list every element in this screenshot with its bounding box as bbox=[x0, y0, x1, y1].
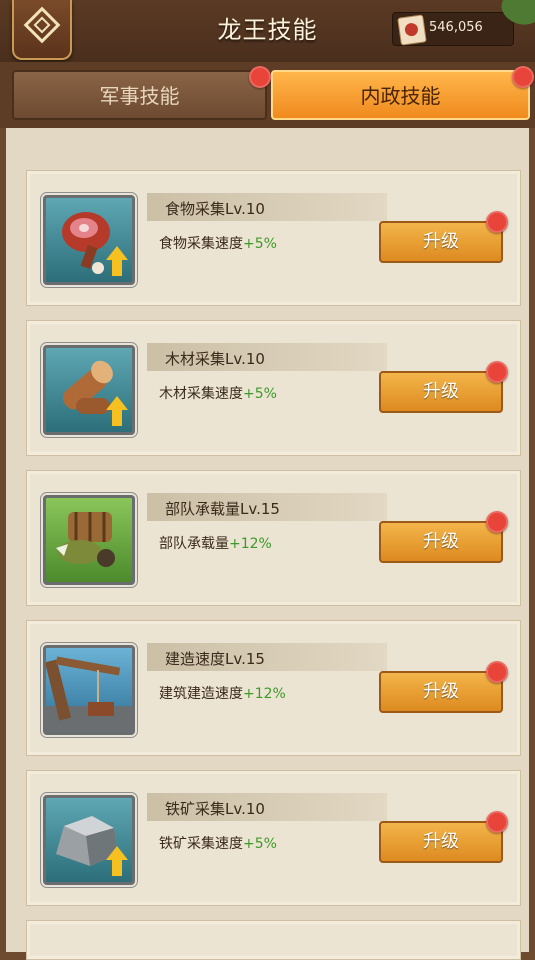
skill-bonus: +5% bbox=[243, 236, 277, 252]
skill-effect: 建筑建造速度 bbox=[159, 686, 243, 702]
war-cart-icon bbox=[43, 495, 135, 585]
skill-effect: 木材采集速度 bbox=[159, 386, 243, 402]
skill-card-partial bbox=[26, 920, 521, 960]
skill-description: 部队承载量+12% bbox=[159, 533, 272, 553]
skill-name-bar: 铁矿采集Lv.10 bbox=[147, 793, 387, 821]
skill-bonus: +12% bbox=[229, 536, 272, 552]
skill-bonus: +12% bbox=[243, 686, 286, 702]
skill-bonus: +5% bbox=[243, 386, 277, 402]
notification-badge bbox=[512, 66, 534, 88]
meat-icon bbox=[43, 195, 135, 285]
skill-name-bar: 食物采集Lv.10 bbox=[147, 193, 387, 221]
currency-amount: 546,056 bbox=[429, 20, 483, 35]
upgrade-button[interactable]: 升级 bbox=[379, 371, 503, 413]
skill-effect: 食物采集速度 bbox=[159, 236, 243, 252]
skill-effect: 部队承载量 bbox=[159, 536, 229, 552]
skill-description: 木材采集速度+5% bbox=[159, 383, 277, 403]
tab-military-skills[interactable]: 军事技能 bbox=[12, 66, 271, 120]
tab-bar: 军事技能 内政技能 bbox=[0, 62, 535, 128]
skill-name-bar: 部队承载量Lv.15 bbox=[147, 493, 387, 521]
notification-badge bbox=[486, 361, 508, 383]
skill-description: 建筑建造速度+12% bbox=[159, 683, 286, 703]
back-diamond-icon bbox=[23, 6, 61, 44]
back-button[interactable] bbox=[12, 0, 72, 60]
upgrade-arrow-icon bbox=[106, 396, 128, 426]
skill-name: 建造速度Lv.15 bbox=[165, 650, 265, 668]
skill-card: 建造速度Lv.15 建筑建造速度+12% 升级 bbox=[26, 620, 521, 756]
skill-name: 食物采集Lv.10 bbox=[165, 200, 265, 218]
header-bar: 龙王技能 546,056 bbox=[0, 0, 535, 64]
notification-badge bbox=[486, 661, 508, 683]
wood-log-icon bbox=[43, 345, 135, 435]
currency-display: 546,056 bbox=[392, 12, 514, 46]
upgrade-button[interactable]: 升级 bbox=[379, 521, 503, 563]
skill-card: 木材采集Lv.10 木材采集速度+5% 升级 bbox=[26, 320, 521, 456]
skill-bonus: +5% bbox=[243, 836, 277, 852]
skill-card: 铁矿采集Lv.10 铁矿采集速度+5% 升级 bbox=[26, 770, 521, 906]
upgrade-button[interactable]: 升级 bbox=[379, 671, 503, 713]
skill-description: 铁矿采集速度+5% bbox=[159, 833, 277, 853]
skill-card: 部队承载量Lv.15 部队承载量+12% 升级 bbox=[26, 470, 521, 606]
tab-label: 军事技能 bbox=[99, 84, 180, 108]
skill-name-bar: 木材采集Lv.10 bbox=[147, 343, 387, 371]
notification-badge bbox=[249, 66, 271, 88]
upgrade-arrow-icon bbox=[106, 246, 128, 276]
scroll-icon bbox=[397, 14, 427, 46]
notification-badge bbox=[486, 511, 508, 533]
skill-name: 铁矿采集Lv.10 bbox=[165, 800, 265, 818]
tab-civil-skills[interactable]: 内政技能 bbox=[271, 66, 534, 120]
skill-name: 木材采集Lv.10 bbox=[165, 350, 265, 368]
skill-effect: 铁矿采集速度 bbox=[159, 836, 243, 852]
skill-name: 部队承载量Lv.15 bbox=[165, 500, 280, 518]
skill-description: 食物采集速度+5% bbox=[159, 233, 277, 253]
page-title: 龙王技能 bbox=[217, 16, 318, 44]
iron-ore-icon bbox=[43, 795, 135, 885]
upgrade-arrow-icon bbox=[106, 846, 128, 876]
tab-label: 内政技能 bbox=[360, 84, 441, 108]
skill-card: 食物采集Lv.10 食物采集速度+5% 升级 bbox=[26, 170, 521, 306]
notification-badge bbox=[486, 811, 508, 833]
skill-name-bar: 建造速度Lv.15 bbox=[147, 643, 387, 671]
construction-icon bbox=[43, 645, 135, 735]
upgrade-button[interactable]: 升级 bbox=[379, 221, 503, 263]
skill-list[interactable]: 食物采集Lv.10 食物采集速度+5% 升级 木材采集Lv.10 木材采集速度+… bbox=[0, 128, 535, 960]
notification-badge bbox=[486, 211, 508, 233]
upgrade-button[interactable]: 升级 bbox=[379, 821, 503, 863]
